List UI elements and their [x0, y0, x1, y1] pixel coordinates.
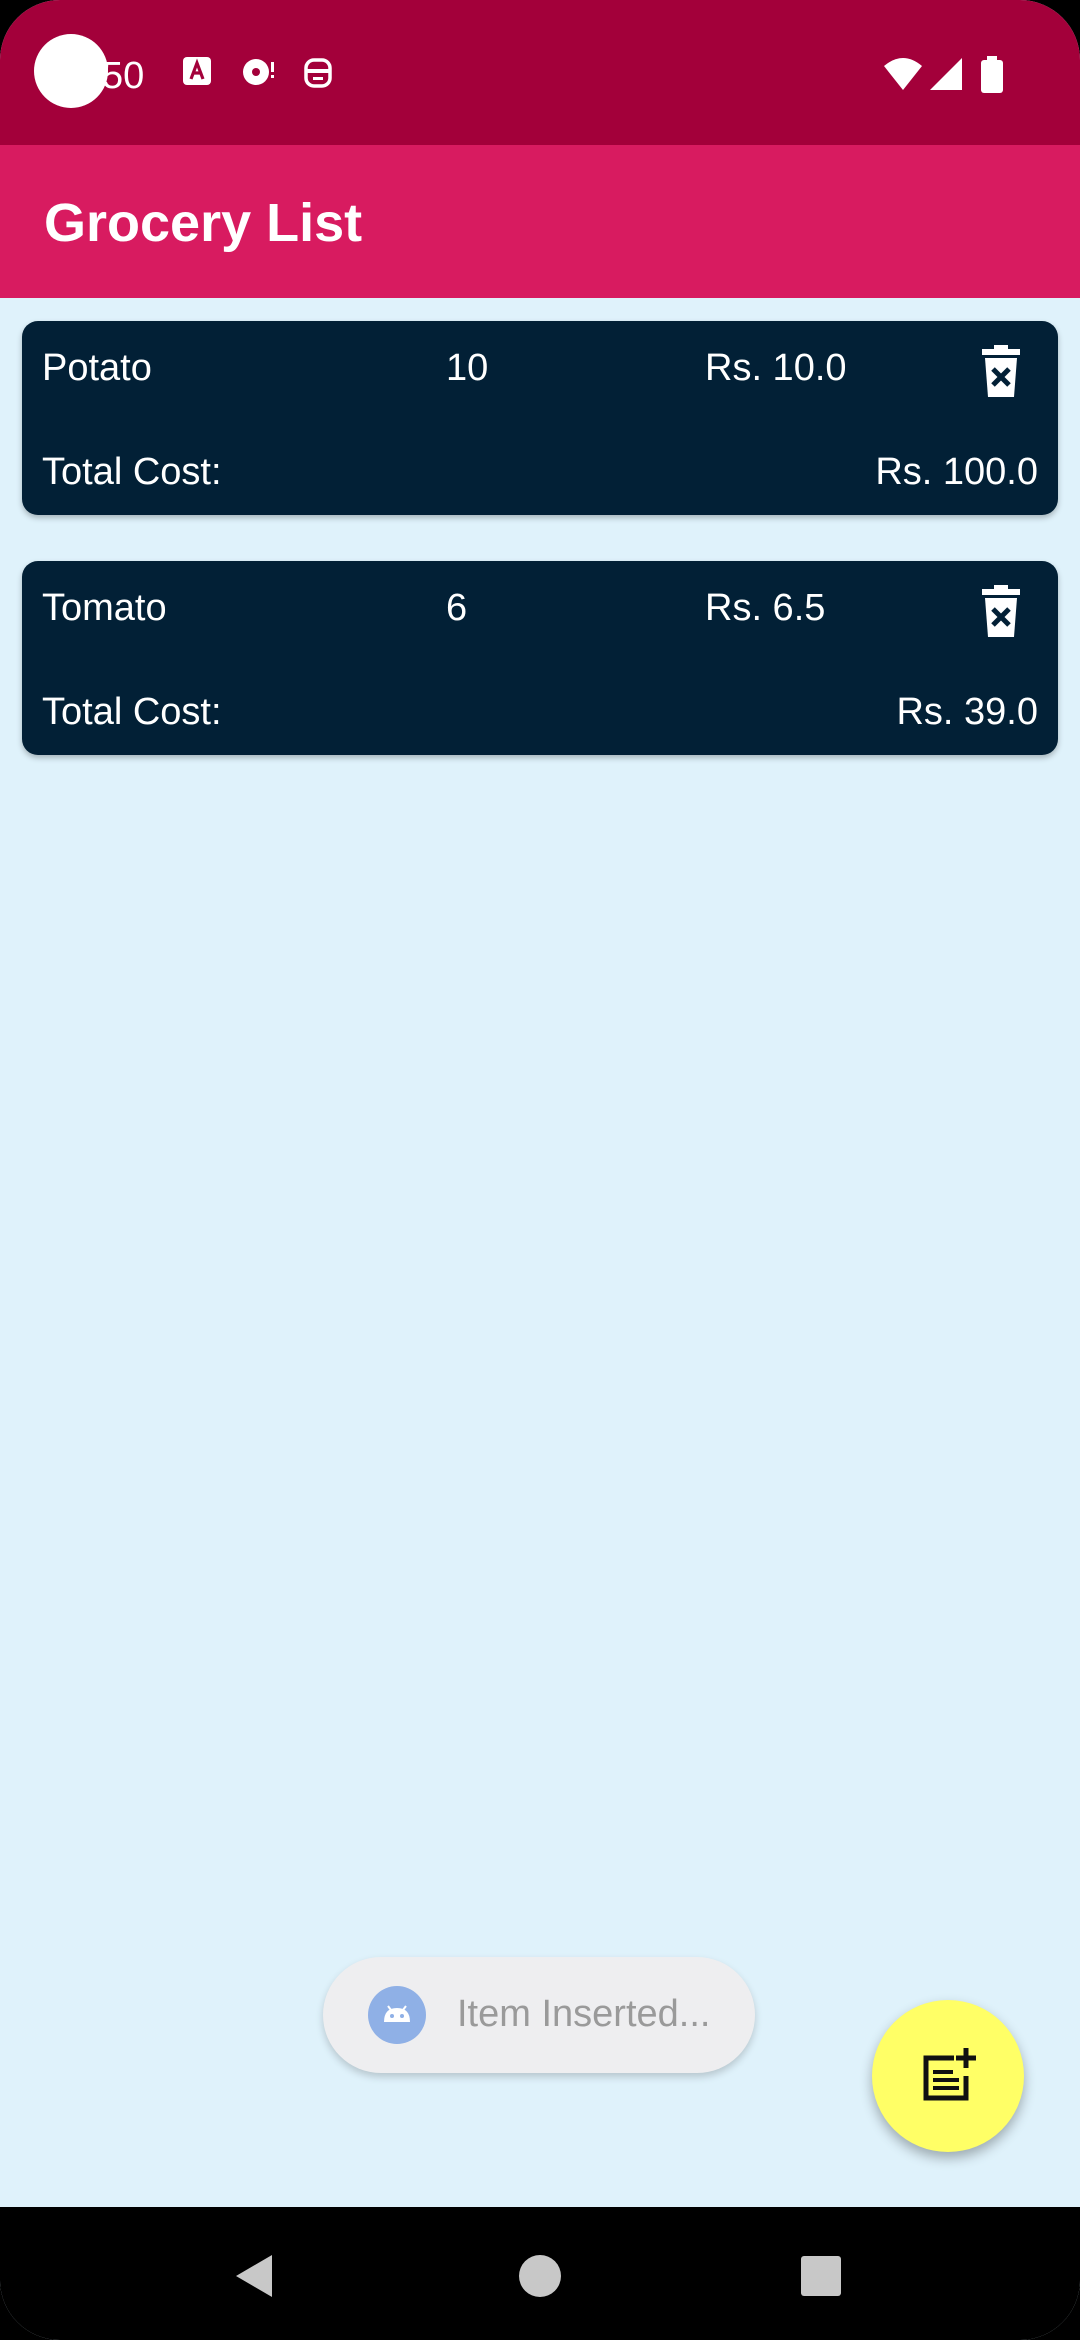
status-bar: 50 — [0, 0, 1080, 145]
wifi-icon — [882, 56, 924, 97]
item-price: Rs. 10.0 — [705, 347, 847, 389]
item-quantity: 6 — [446, 587, 468, 629]
recents-icon[interactable] — [800, 2255, 842, 2302]
screen: 50 Grocery List Potato 10 Rs. 10.0 Total… — [0, 0, 1080, 2340]
battery-icon — [980, 56, 1004, 99]
total-cost-value: Rs. 100.0 — [875, 451, 1038, 493]
navigation-bar — [0, 2207, 1080, 2340]
status-time: 50 — [102, 55, 145, 97]
app-bar: Grocery List — [0, 145, 1080, 298]
item-quantity: 10 — [446, 347, 489, 389]
item-name: Tomato — [42, 587, 167, 629]
camera-cutout — [34, 34, 108, 108]
app-title: Grocery List — [44, 193, 363, 253]
home-icon[interactable] — [518, 2254, 562, 2303]
trash-icon — [982, 585, 1020, 637]
total-cost-label: Total Cost: — [42, 451, 222, 493]
text-a-icon — [182, 56, 212, 91]
total-cost-label: Total Cost: — [42, 691, 222, 733]
toast-text: Item Inserted... — [457, 1993, 711, 2035]
item-price: Rs. 6.5 — [705, 587, 826, 629]
total-cost-value: Rs. 39.0 — [896, 691, 1038, 733]
grocery-item-card[interactable]: Potato 10 Rs. 10.0 Total Cost: Rs. 100.0 — [22, 321, 1058, 515]
signal-icon — [928, 56, 964, 97]
back-icon[interactable] — [234, 2253, 274, 2304]
toast-message: Item Inserted... — [323, 1957, 755, 2073]
add-item-fab[interactable] — [872, 2000, 1024, 2152]
delete-item-button[interactable] — [976, 585, 1026, 639]
grocery-item-card[interactable]: Tomato 6 Rs. 6.5 Total Cost: Rs. 39.0 — [22, 561, 1058, 755]
android-app-icon — [368, 1986, 426, 2044]
delete-item-button[interactable] — [976, 345, 1026, 399]
robot-face-icon — [302, 56, 334, 95]
add-note-icon — [923, 2048, 976, 2101]
item-name: Potato — [42, 347, 152, 389]
trash-icon — [982, 345, 1020, 397]
podcast-icon — [240, 56, 276, 93]
